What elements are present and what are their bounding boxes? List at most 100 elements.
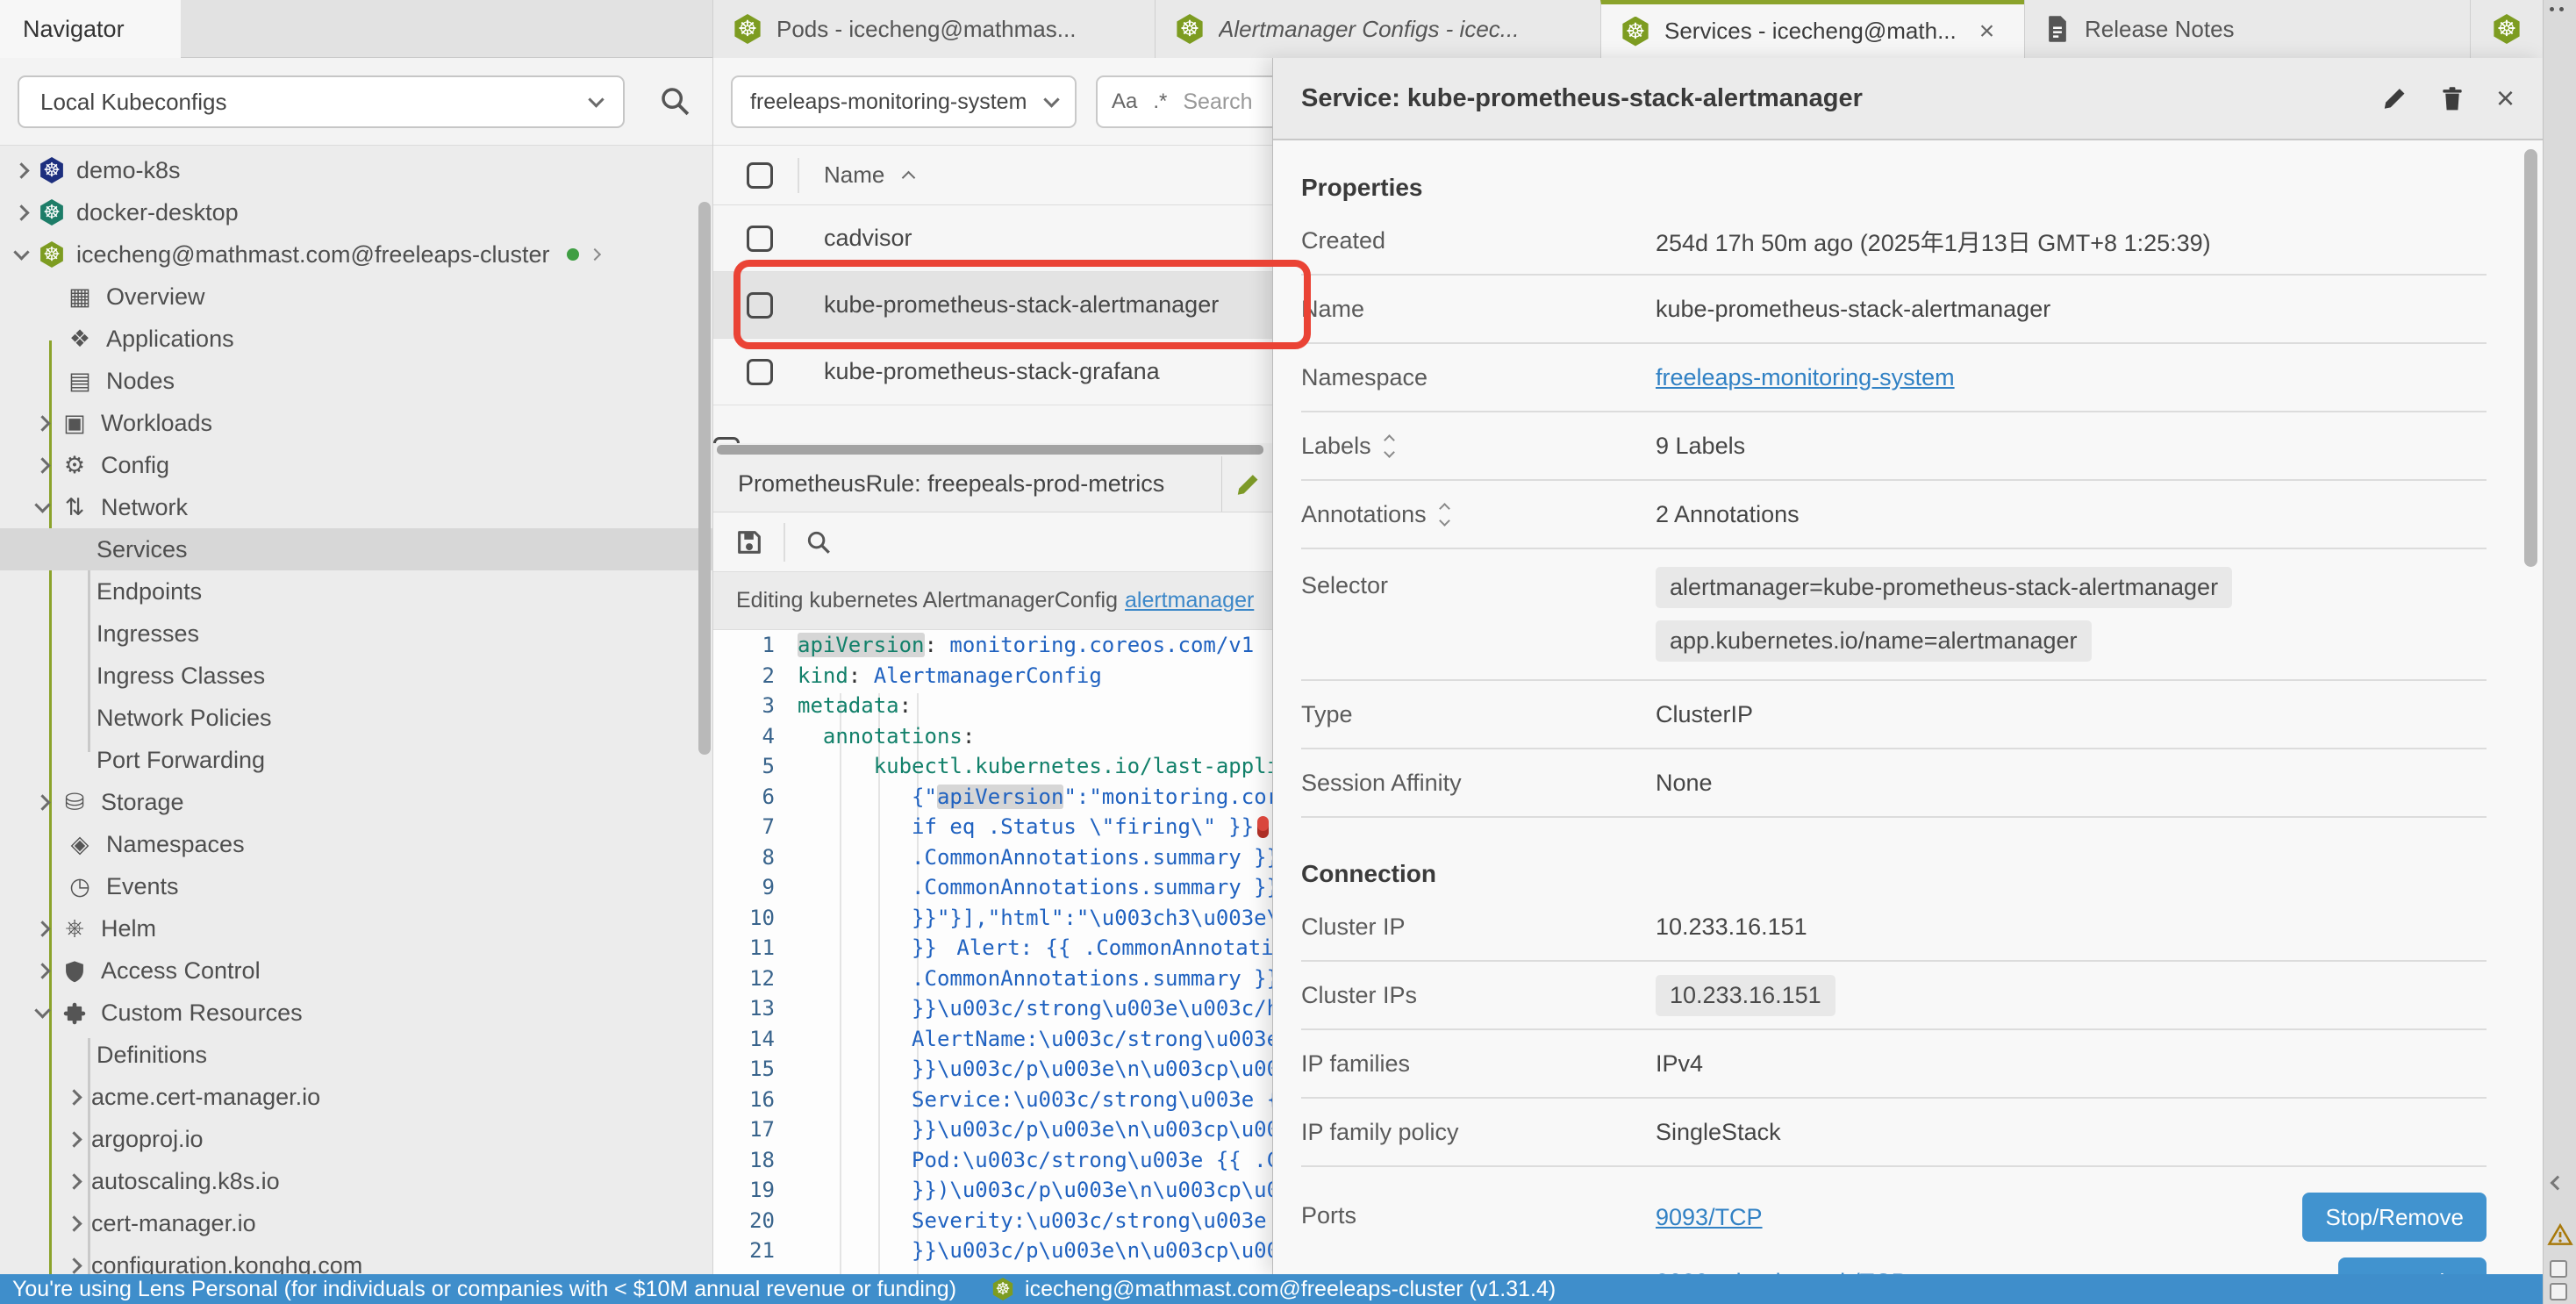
edit-rule-button[interactable] bbox=[1221, 456, 1272, 512]
code-line: 15 }}\u003c/p\u003e\n\u003cp\u003 bbox=[713, 1054, 1272, 1085]
cluster-ips-row: Cluster IPs 10.233.16.151 bbox=[1301, 962, 2487, 1030]
sidebar-item-config[interactable]: ⚙Config bbox=[0, 444, 712, 486]
sidebar-item-access-control[interactable]: Access Control bbox=[0, 949, 712, 992]
editor-search-button[interactable] bbox=[805, 528, 833, 556]
name-column-header[interactable]: Name bbox=[824, 161, 884, 189]
kubeconfig-row: Local Kubeconfigs bbox=[0, 58, 712, 146]
drawer-scrollbar[interactable] bbox=[2524, 149, 2537, 567]
sidebar-item-endpoints[interactable]: Endpoints bbox=[0, 570, 712, 613]
sidebar-item-overview[interactable]: ▦Overview bbox=[0, 276, 712, 318]
sidebar-item-helm[interactable]: ⎈Helm bbox=[0, 907, 712, 949]
row-checkbox[interactable] bbox=[747, 226, 773, 252]
license-text: You're using Lens Personal (for individu… bbox=[12, 1277, 956, 1302]
sidebar-item-network[interactable]: ⇅Network bbox=[0, 486, 712, 528]
tab-partial[interactable]: ☸ bbox=[2470, 0, 2543, 58]
tab-release-notes[interactable]: Release Notes bbox=[2024, 0, 2470, 58]
sidebar-item-freeleaps-cluster[interactable]: ☸icecheng@mathmast.com@freeleaps-cluster bbox=[0, 233, 712, 276]
sidebar-item-nodes[interactable]: ▤Nodes bbox=[0, 360, 712, 402]
sidebar-item-definitions[interactable]: Definitions bbox=[0, 1034, 712, 1076]
helm-icon: ⎈ bbox=[60, 914, 89, 942]
code-line: 8 .CommonAnnotations.summary }} bbox=[713, 842, 1272, 873]
table-row-alertmanager[interactable]: kube-prometheus-stack-alertmanager bbox=[713, 272, 1272, 339]
namespace-link[interactable]: freeleaps-monitoring-system bbox=[1656, 364, 1955, 390]
tab-close-icon[interactable]: × bbox=[1979, 17, 1995, 47]
sidebar-item-ingress-classes[interactable]: Ingress Classes bbox=[0, 655, 712, 697]
delete-service-button[interactable] bbox=[2438, 84, 2466, 112]
selector-badge: alertmanager=kube-prometheus-stack-alert… bbox=[1656, 567, 2232, 608]
drawer-body: Properties Created 254d 17h 50m ago (202… bbox=[1273, 142, 2543, 1274]
sidebar-item-storage[interactable]: ⛁Storage bbox=[0, 781, 712, 823]
chevron-right-icon bbox=[34, 794, 50, 810]
name-row: Name kube-prometheus-stack-alertmanager bbox=[1301, 276, 2487, 344]
sidebar-scrollbar[interactable] bbox=[698, 202, 711, 755]
workloads-icon: ▣ bbox=[60, 410, 89, 437]
sidebar-item-cert-manager[interactable]: cert-manager.io bbox=[0, 1202, 712, 1244]
chevron-right-icon bbox=[66, 1215, 82, 1231]
sidebar-item-port-forwarding[interactable]: Port Forwarding bbox=[0, 739, 712, 781]
stop-remove-button[interactable]: Stop/Remove bbox=[2302, 1193, 2487, 1242]
list-toolbar: freeleaps-monitoring-system Aa .* Search bbox=[713, 58, 1272, 146]
forward-button[interactable]: Forward... bbox=[2338, 1257, 2487, 1274]
service-details-drawer: Service: kube-prometheus-stack-alertmana… bbox=[1272, 58, 2543, 1274]
puzzle-icon bbox=[60, 999, 89, 1027]
alertmanager-config-link[interactable]: alertmanager bbox=[1125, 588, 1254, 613]
table-row[interactable]: kube-prometheus-stack-grafana bbox=[713, 339, 1272, 405]
row-checkbox[interactable] bbox=[747, 292, 773, 319]
drawer-close-icon[interactable]: × bbox=[2496, 80, 2515, 117]
port-link-9093[interactable]: 9093/TCP bbox=[1656, 1204, 1763, 1231]
edit-service-button[interactable] bbox=[2380, 84, 2408, 112]
sidebar-item-demo-k8s[interactable]: ☸demo-k8s bbox=[0, 149, 712, 191]
sidebar-item-argoproj[interactable]: argoproj.io bbox=[0, 1118, 712, 1160]
network-arrows-icon: ⇅ bbox=[60, 494, 89, 521]
table-row-partial[interactable]: kube-prometheus-stack-kube-state-metrics bbox=[713, 405, 1272, 443]
chevron-down-icon bbox=[34, 497, 50, 512]
chevron-left-icon[interactable] bbox=[2551, 1176, 2565, 1191]
regex-toggle[interactable]: .* bbox=[1153, 90, 1167, 114]
sort-toggle-icon[interactable] bbox=[1441, 505, 1449, 525]
sidebar-item-applications[interactable]: ❖Applications bbox=[0, 318, 712, 360]
sidebar-item-services[interactable]: Services bbox=[0, 528, 712, 570]
scrollbar-thumb[interactable] bbox=[717, 445, 1263, 455]
active-cluster-chip[interactable]: ☸ icecheng@mathmast.com@freeleaps-cluste… bbox=[991, 1277, 1556, 1302]
search-icon[interactable] bbox=[658, 84, 691, 122]
yaml-editor[interactable]: 1apiVersion: monitoring.coreos.com/v1 2k… bbox=[713, 630, 1272, 1274]
horizontal-scrollbar[interactable] bbox=[713, 443, 1272, 456]
sidebar-item-ingresses[interactable]: Ingresses bbox=[0, 613, 712, 655]
drawer-title: Service: kube-prometheus-stack-alertmana… bbox=[1273, 84, 2380, 113]
overview-grid-icon: ▦ bbox=[65, 283, 95, 311]
code-line: 4 annotations: bbox=[713, 721, 1272, 752]
kubernetes-icon: ☸ bbox=[39, 199, 65, 226]
sidebar-item-custom-resources[interactable]: Custom Resources bbox=[0, 992, 712, 1034]
siren-emoji-icon bbox=[1257, 816, 1269, 838]
cluster-ip-row: Cluster IP 10.233.16.151 bbox=[1301, 893, 2487, 962]
events-clock-icon: ◷ bbox=[65, 873, 95, 900]
sidebar-item-acme-cert-manager[interactable]: acme.cert-manager.io bbox=[0, 1076, 712, 1118]
sidebar-item-namespaces[interactable]: ◈Namespaces bbox=[0, 823, 712, 865]
sidebar-item-configuration-konghq[interactable]: configuration.konghq.com bbox=[0, 1244, 712, 1274]
shield-icon bbox=[60, 957, 89, 985]
sidebar-item-docker-desktop[interactable]: ☸docker-desktop bbox=[0, 191, 712, 233]
sidebar-item-events[interactable]: ◷Events bbox=[0, 865, 712, 907]
row-checkbox[interactable] bbox=[747, 359, 773, 385]
cluster-ip-badge: 10.233.16.151 bbox=[1656, 975, 1835, 1016]
tab-services[interactable]: ☸ Services - icecheng@math... × bbox=[1600, 0, 2024, 58]
save-button[interactable] bbox=[734, 527, 764, 557]
code-line: 10 }}"}],"html":"\u003ch3\u003e\u bbox=[713, 903, 1272, 934]
sidebar-item-workloads[interactable]: ▣Workloads bbox=[0, 402, 712, 444]
match-case-toggle[interactable]: Aa bbox=[1112, 90, 1137, 114]
sort-toggle-icon[interactable] bbox=[1385, 436, 1393, 456]
row-checkbox[interactable] bbox=[713, 437, 740, 443]
search-input[interactable]: Aa .* Search bbox=[1096, 75, 1272, 128]
chevron-right-icon bbox=[34, 457, 50, 473]
sidebar-item-network-policies[interactable]: Network Policies bbox=[0, 697, 712, 739]
namespace-selector[interactable]: freeleaps-monitoring-system bbox=[731, 75, 1077, 128]
annotations-row: Annotations 2 Annotations bbox=[1301, 481, 2487, 549]
kubeconfig-selector[interactable]: Local Kubeconfigs bbox=[18, 75, 625, 128]
tab-pods[interactable]: ☸ Pods - icecheng@mathmas... bbox=[712, 0, 1155, 58]
sidebar-item-autoscaling[interactable]: autoscaling.k8s.io bbox=[0, 1160, 712, 1202]
chevron-right-icon bbox=[13, 204, 29, 220]
select-all-checkbox[interactable] bbox=[747, 162, 773, 189]
tab-alertmanager-configs[interactable]: ☸ Alertmanager Configs - icec... bbox=[1155, 0, 1600, 58]
table-row[interactable]: cadvisor bbox=[713, 205, 1272, 272]
code-line: 9 .CommonAnnotations.summary }} bbox=[713, 872, 1272, 903]
